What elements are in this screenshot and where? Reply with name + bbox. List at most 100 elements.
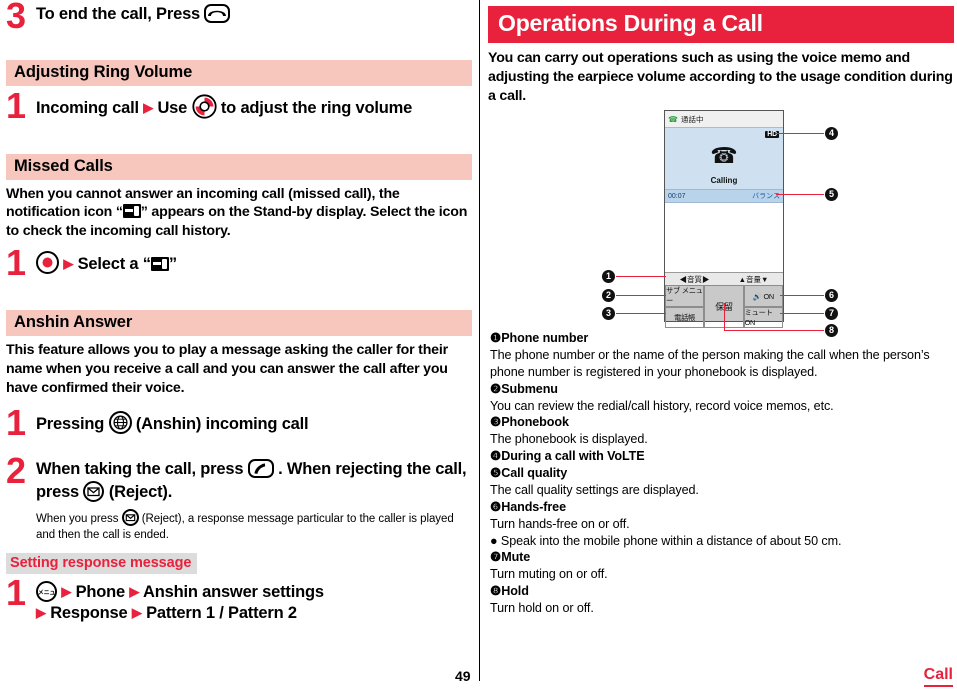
legend-title-8: Hold: [501, 584, 529, 599]
step-text: ▶ Select a “ ”: [36, 251, 472, 276]
legend-desc-7: Turn muting on or off.: [490, 567, 608, 582]
step-end-call: 3 To end the call, Press: [6, 0, 472, 34]
legend-desc-5: The call quality settings are displayed.: [490, 482, 699, 497]
step-number: 1: [6, 401, 27, 443]
right-column: Operations During a Call You can carry o…: [488, 0, 954, 660]
speaker-icon: 🔊: [752, 291, 762, 301]
leader-line-4: [776, 133, 824, 135]
leader-line-7: [780, 313, 824, 315]
legend-num-3: ❸: [490, 415, 502, 430]
handset-icon: ☎: [710, 143, 738, 168]
phone-frame: ☎ 通話中 HD ☎ Calling 00:07 バランス 090-XXXX-X…: [664, 110, 784, 328]
legend-num-8: ❽: [490, 584, 502, 599]
end-call-key-icon: [204, 4, 231, 23]
step-anshin-answer-reject: 2 When taking the call, press . When rej…: [6, 453, 472, 543]
legend-desc-2: You can review the redial/call history, …: [490, 398, 834, 413]
callout-7: 7: [825, 307, 838, 320]
legend-item-title: ❽Hold: [490, 583, 954, 600]
leader-line-5: [776, 194, 824, 196]
leader-line-3: [616, 313, 666, 315]
step-number: 3: [6, 0, 27, 36]
svg-text:メニュ: メニュ: [38, 589, 55, 596]
step-text: To end the call, Press: [36, 4, 472, 26]
section-heading-ring-volume: Adjusting Ring Volume: [6, 59, 472, 86]
callout-6: 6: [825, 289, 838, 302]
section-heading-missed-calls: Missed Calls: [6, 153, 472, 180]
calling-label: Calling: [710, 176, 738, 185]
sound-quality-hint: ◀音質▶: [679, 274, 710, 284]
leader-line-1: [616, 276, 666, 278]
legend-num-1: ❶: [490, 331, 502, 345]
softkey-phonebook[interactable]: 電話帳: [665, 307, 705, 328]
legend-title-4: During a call with VoLTE: [501, 449, 645, 464]
multi-direction-key-icon: [191, 94, 217, 119]
step-text: When taking the call, press . When rejec…: [36, 459, 472, 504]
taking-call-label: When taking the call, press: [36, 460, 244, 479]
volume-hint: ▲音量▼: [738, 274, 769, 284]
arrow-icon: ▶: [61, 583, 72, 599]
legend-item-title: ❷Submenu: [490, 381, 954, 398]
softkey-mute[interactable]: ミュート ON: [743, 307, 783, 328]
step-number: 1: [6, 242, 27, 284]
step-number: 2: [6, 450, 27, 492]
arrow-icon: ▶: [131, 605, 142, 621]
missed-call-notification-icon: [150, 257, 169, 272]
mockup-status-title: 通話中: [680, 114, 704, 124]
mail-reject-key-icon: [83, 481, 105, 503]
step-number: 1: [6, 84, 27, 126]
page-number: 49: [455, 668, 471, 684]
callout-5: 5: [825, 188, 838, 201]
subsection-heading-setting-response: Setting response message: [6, 552, 198, 574]
legend-title-5: Call quality: [501, 466, 568, 480]
softkey-speaker-label: ON: [763, 291, 775, 301]
legend-bullet-6: ● Speak into the mobile phone within a d…: [490, 533, 842, 548]
leader-line-8-v: [724, 303, 726, 331]
callout-2: 2: [602, 289, 615, 302]
legend-title-3: Phonebook: [501, 415, 569, 430]
mockup-hero-area: HD ☎ Calling: [665, 128, 783, 190]
legend-num-4: ❹: [490, 449, 502, 464]
legend-item-title: ❸Phonebook: [490, 414, 954, 431]
incoming-call-label: Incoming call: [36, 98, 139, 117]
softkey-submenu[interactable]: サブ メニュー: [665, 285, 705, 307]
legend-item-title: ❶Phone number: [490, 330, 954, 347]
callout-4: 4: [825, 127, 838, 140]
adjust-ring-volume-label: to adjust the ring volume: [220, 98, 413, 117]
callout-legend: ❶Phone number The phone number or the na…: [490, 330, 954, 617]
mockup-call-status-row: 00:07 バランス: [665, 190, 783, 203]
footer-divider-tick: [479, 655, 480, 681]
softkey-speaker[interactable]: 🔊 ON: [743, 285, 783, 307]
legend-desc-6: Turn hands-free on or off.: [490, 516, 630, 531]
leader-line-2: [616, 295, 666, 297]
legend-num-2: ❷: [490, 381, 502, 396]
menu-item-phone: Phone: [75, 582, 126, 601]
center-select-key-icon: [36, 251, 59, 275]
step-ring-volume: 1 Incoming call ▶ Use to adjust the ring…: [6, 87, 472, 123]
step-text: Pressing (Anshin) incoming call: [36, 410, 472, 436]
callout-1: 1: [602, 270, 615, 283]
select-label-end: ”: [168, 255, 177, 274]
arrow-icon: ▶: [143, 99, 154, 115]
legend-num-5: ❺: [490, 466, 502, 480]
missed-call-notification-icon: [122, 204, 141, 219]
left-column: 3 To end the call, Press Adjusting Ring …: [6, 0, 472, 660]
callout-3: 3: [602, 307, 615, 320]
menu-key-icon: メニュ: [36, 580, 57, 602]
operations-intro: You can carry out operations such as usi…: [488, 50, 953, 104]
anshin-globe-key-icon: [108, 410, 132, 434]
arrow-icon: ▶: [129, 583, 140, 599]
manual-page: 3 To end the call, Press Adjusting Ring …: [0, 0, 957, 696]
mockup-soft-hints-row: ◀音質▶ ▲音量▼: [665, 272, 783, 285]
mail-reject-key-icon: [121, 508, 139, 526]
legend-desc-8: Turn hold on or off.: [490, 601, 594, 615]
column-divider: [479, 0, 480, 681]
section-heading-operations-during-call: Operations During a Call: [488, 6, 954, 43]
section-tab-call: Call: [923, 666, 953, 687]
menu-item-response: Response: [50, 604, 128, 623]
legend-item-title: ❻Hands-free: [490, 499, 954, 516]
step-text: Incoming call ▶ Use to adjust the ring v…: [36, 94, 472, 120]
legend-item-title: ❹During a call with VoLTE: [490, 448, 954, 465]
legend-num-6: ❻: [490, 499, 502, 514]
step-anshin-pressing: 1 Pressing (Anshin) incoming call: [6, 404, 472, 440]
anshin-incoming-label: (Anshin) incoming call: [135, 414, 309, 433]
